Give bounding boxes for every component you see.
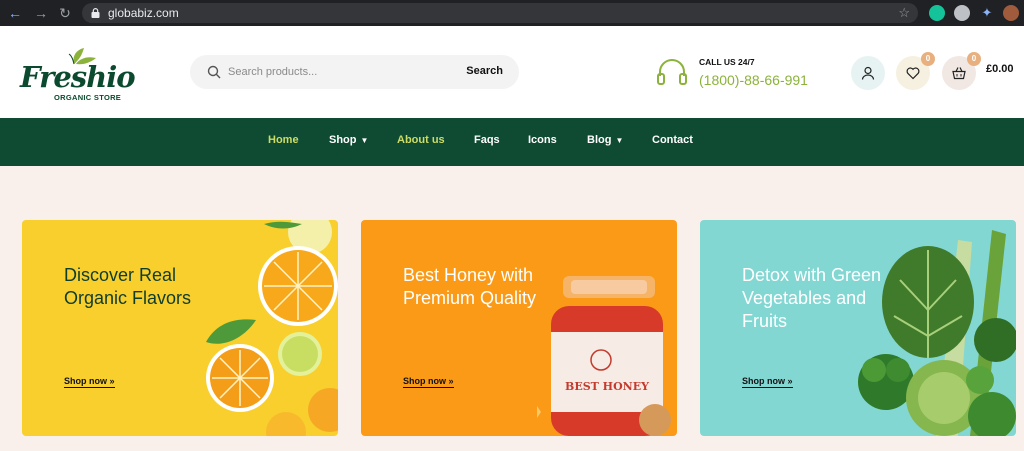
citrus-slices-image bbox=[206, 220, 338, 436]
chevron-down-icon: ▼ bbox=[360, 136, 369, 145]
address-bar[interactable]: globabiz.com ☆ bbox=[82, 3, 918, 23]
nav-item-contact[interactable]: Contact bbox=[652, 134, 693, 146]
wishlist-count-badge: 0 bbox=[921, 52, 935, 66]
honey-jar-image: BEST HONEY bbox=[537, 276, 671, 436]
nav-item-home[interactable]: Home bbox=[268, 134, 299, 146]
search-icon bbox=[207, 65, 221, 79]
logo[interactable]: Freshio ORGANIC STORE bbox=[20, 46, 136, 104]
star-icon[interactable]: ☆ bbox=[898, 5, 910, 21]
lock-icon bbox=[91, 8, 100, 18]
wishlist-button[interactable]: 0 bbox=[896, 52, 935, 90]
heart-icon bbox=[906, 67, 920, 80]
phone-number[interactable]: (1800)-88-66-991 bbox=[699, 72, 808, 88]
headset-icon bbox=[657, 59, 687, 85]
nav-item-label: Shop bbox=[329, 134, 357, 146]
banner-title: Detox with Green Vegetables and Fruits bbox=[742, 265, 882, 331]
promo-banner-organic[interactable]: Discover Real Organic Flavors Shop now » bbox=[22, 220, 338, 436]
banner-title: Best Honey with Premium Quality bbox=[403, 265, 537, 308]
shop-now-link[interactable]: Shop now » bbox=[742, 376, 793, 388]
jar-label-text: BEST HONEY bbox=[565, 380, 649, 393]
nav-item-about[interactable]: About us bbox=[397, 134, 445, 146]
call-info: CALL US 24/7 (1800)-88-66-991 bbox=[656, 54, 836, 94]
avatar[interactable] bbox=[1003, 5, 1019, 21]
shop-now-link[interactable]: Shop now » bbox=[64, 376, 115, 388]
nav-item-label: Blog bbox=[587, 134, 612, 146]
user-icon bbox=[861, 66, 875, 80]
browser-toolbar: ← → ↻ globabiz.com ☆ ✦ bbox=[0, 0, 1024, 26]
nav-item-shop[interactable]: Shop ▼ bbox=[329, 134, 368, 146]
cart-total[interactable]: £0.00 bbox=[986, 63, 1014, 75]
extension-icon[interactable] bbox=[954, 5, 970, 21]
search-button[interactable]: Search bbox=[466, 65, 503, 77]
forward-arrow-icon[interactable]: → bbox=[32, 4, 50, 22]
call-label: CALL US 24/7 bbox=[699, 57, 755, 67]
url-text: globabiz.com bbox=[108, 6, 179, 20]
cart-button[interactable]: 0 bbox=[942, 52, 981, 90]
account-button[interactable] bbox=[851, 56, 885, 90]
nav-item-icons[interactable]: Icons bbox=[528, 134, 557, 146]
basket-icon bbox=[952, 67, 966, 80]
search-bar: Search bbox=[190, 55, 519, 89]
promo-banner-honey[interactable]: BEST HONEY Best Honey with Premium Quali… bbox=[361, 220, 677, 436]
main-nav: Home Shop ▼ About us Faqs Icons Blog ▼ Con… bbox=[0, 118, 1024, 166]
promo-banner-vegetables[interactable]: Detox with Green Vegetables and Fruits S… bbox=[700, 220, 1016, 436]
search-input[interactable] bbox=[228, 63, 448, 81]
banner-title: Discover Real Organic Flavors bbox=[64, 265, 192, 308]
nav-item-blog[interactable]: Blog ▼ bbox=[587, 134, 623, 146]
site-header: Freshio ORGANIC STORE Search CALL US 24/… bbox=[0, 26, 1024, 118]
chevron-down-icon: ▼ bbox=[615, 136, 624, 145]
grammarly-icon[interactable] bbox=[929, 5, 945, 21]
puzzle-icon[interactable]: ✦ bbox=[979, 5, 995, 21]
back-arrow-icon[interactable]: ← bbox=[6, 4, 24, 22]
reload-icon[interactable]: ↻ bbox=[56, 4, 74, 22]
nav-item-faqs[interactable]: Faqs bbox=[474, 134, 500, 146]
cart-count-badge: 0 bbox=[967, 52, 981, 66]
logo-wordmark: Freshio bbox=[20, 60, 136, 94]
logo-tagline: ORGANIC STORE bbox=[54, 93, 122, 102]
shop-now-link[interactable]: Shop now » bbox=[403, 376, 454, 388]
